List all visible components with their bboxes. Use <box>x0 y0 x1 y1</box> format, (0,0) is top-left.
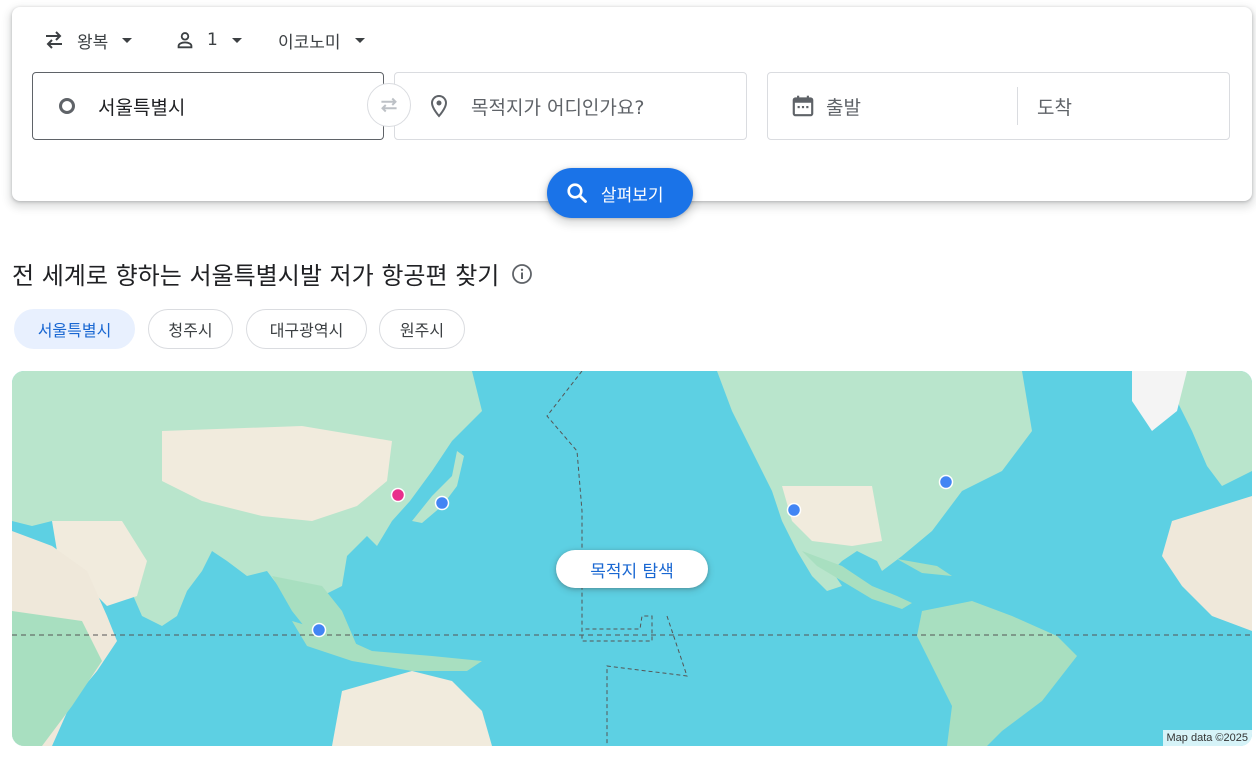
search-icon <box>567 183 587 203</box>
passenger-count: 1 <box>207 30 218 50</box>
explore-destinations-label: 목적지 탐색 <box>590 561 674 582</box>
landmass-north-america <box>717 371 1032 591</box>
departure-date-input[interactable]: 출발 <box>826 93 1017 120</box>
landmass-australia <box>332 671 492 746</box>
date-divider <box>1017 87 1018 125</box>
person-icon <box>177 32 193 49</box>
chip-cheongju[interactable]: 청주시 <box>148 309 233 349</box>
swap-arrows-icon <box>381 97 397 113</box>
origin-circle-icon <box>59 98 75 114</box>
chevron-down-icon <box>354 37 365 43</box>
explore-button-label: 살펴보기 <box>601 185 664 206</box>
destination-marker-new-york <box>938 474 954 490</box>
origin-input[interactable]: 서울특별시 <box>98 93 185 120</box>
cabin-class-label: 이코노미 <box>278 32 341 53</box>
destination-input[interactable]: 목적지가 어디인가요? <box>471 93 644 120</box>
chip-wonju[interactable]: 원주시 <box>379 309 465 349</box>
section-heading-text: 전 세계로 향하는 서울특별시발 저가 항공편 찾기 <box>12 262 500 290</box>
destination-marker-los-angeles <box>786 502 802 518</box>
chevron-down-icon <box>231 37 242 43</box>
explore-button[interactable]: 살펴보기 <box>547 168 693 218</box>
map-attribution: Map data ©2025 <box>1162 730 1252 746</box>
chip-label: 대구광역시 <box>269 321 344 340</box>
cabin-class-select[interactable]: 이코노미 <box>278 27 365 53</box>
landmass-south-america <box>917 601 1077 746</box>
landmass-west-africa <box>1162 496 1252 631</box>
chip-daegu[interactable]: 대구광역시 <box>246 309 367 349</box>
origin-field[interactable]: 서울특별시 <box>32 72 384 140</box>
world-map[interactable]: 목적지 탐색 Map data ©2025 <box>12 371 1252 746</box>
date-field[interactable]: 출발 도착 <box>767 72 1230 140</box>
trip-type-select[interactable]: 왕복 <box>42 27 133 53</box>
landmass-greenland <box>1132 371 1187 431</box>
chip-label: 서울특별시 <box>37 321 112 340</box>
info-icon[interactable] <box>511 263 533 285</box>
trip-type-label: 왕복 <box>77 32 109 53</box>
passenger-select[interactable]: 1 <box>174 27 242 53</box>
section-heading: 전 세계로 향하는 서울특별시발 저가 항공편 찾기 <box>12 256 533 291</box>
chevron-down-icon <box>122 37 133 43</box>
swap-horizontal-icon <box>46 31 62 49</box>
landmass-europe <box>1177 371 1252 486</box>
destination-marker-singapore <box>311 622 327 638</box>
swap-locations-button[interactable] <box>367 83 411 127</box>
origin-marker-seoul <box>390 487 406 503</box>
chip-label: 원주시 <box>399 321 445 340</box>
chip-label: 청주시 <box>168 321 213 340</box>
return-date-input[interactable]: 도착 <box>1037 93 1072 120</box>
destination-field[interactable]: 목적지가 어디인가요? <box>394 72 747 140</box>
calendar-icon <box>792 95 814 117</box>
explore-destinations-button[interactable]: 목적지 탐색 <box>556 550 708 588</box>
chip-seoul[interactable]: 서울특별시 <box>14 309 135 349</box>
destination-marker-tokyo <box>434 495 450 511</box>
location-pin-icon <box>430 94 448 118</box>
